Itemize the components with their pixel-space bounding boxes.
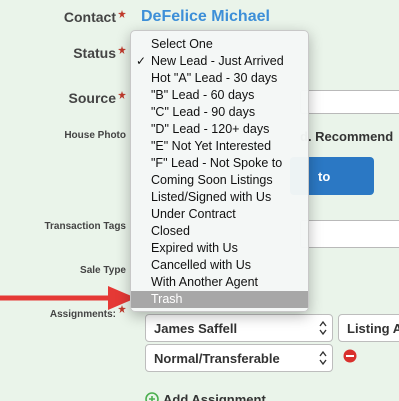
assignment-type-value: Normal/Transferable	[154, 351, 280, 366]
required-asterisk-icon	[118, 46, 126, 54]
status-option-label: Coming Soon Listings	[151, 173, 273, 187]
status-option-label: "F" Lead - Not Spoke to	[151, 156, 283, 170]
house-photo-note: d. Recommend	[300, 129, 394, 144]
contact-name[interactable]: DeFelice Michael	[141, 8, 270, 26]
status-option[interactable]: With Another Agent	[131, 274, 308, 291]
source-label: Source	[68, 90, 116, 106]
sale-type-label: Sale Type	[80, 265, 126, 276]
red-arrow-annotation	[0, 286, 140, 310]
select-arrows-icon	[319, 350, 327, 366]
status-option-label: With Another Agent	[151, 275, 259, 289]
assignment-type-select[interactable]: Normal/Transferable	[145, 344, 333, 372]
status-option[interactable]: Listed/Signed with Us	[131, 189, 308, 206]
status-option-label: Expired with Us	[151, 241, 238, 255]
source-label-row: Source	[69, 90, 126, 106]
assignment-role-value: Listing Ag	[347, 321, 399, 336]
assignment-agent-value: James Saffell	[154, 321, 238, 336]
assignment-agent-select[interactable]: James Saffell	[145, 314, 333, 342]
page: Contact DeFelice Michael Status Source H…	[0, 0, 399, 401]
status-option-label: "C" Lead - 90 days	[151, 105, 256, 119]
status-option[interactable]: "F" Lead - Not Spoke to	[131, 155, 308, 172]
status-option[interactable]: Trash	[131, 291, 308, 308]
status-option-label: Hot "A" Lead - 30 days	[151, 71, 278, 85]
status-option[interactable]: Hot "A" Lead - 30 days	[131, 70, 308, 87]
upload-photo-button-label: to	[318, 169, 331, 184]
status-option-label: Under Contract	[151, 207, 236, 221]
status-option-label: Listed/Signed with Us	[151, 190, 272, 204]
status-option-label: "B" Lead - 60 days	[151, 88, 255, 102]
house-photo-label: House Photo	[64, 130, 126, 141]
status-option[interactable]: "E" Not Yet Interested	[131, 138, 308, 155]
status-option[interactable]: Under Contract	[131, 206, 308, 223]
remove-circle-icon[interactable]	[343, 349, 357, 363]
status-option[interactable]: Closed	[131, 223, 308, 240]
status-option[interactable]: Coming Soon Listings	[131, 172, 308, 189]
status-label-row: Status	[73, 45, 126, 61]
add-assignment-link[interactable]: Add Assignment	[145, 392, 266, 401]
status-option[interactable]: Expired with Us	[131, 240, 308, 257]
status-dropdown-menu[interactable]: Select One ✓ New Lead - Just Arrived Hot "A…	[130, 30, 309, 312]
status-option[interactable]: "D" Lead - 120+ days	[131, 121, 308, 138]
status-option-label: "E" Not Yet Interested	[151, 139, 272, 153]
transaction-tags-input[interactable]	[300, 220, 399, 248]
status-option-label: Closed	[151, 224, 190, 238]
status-option[interactable]: Select One	[131, 36, 308, 53]
add-assignment-label: Add Assignment	[163, 392, 266, 401]
status-option[interactable]: ✓ New Lead - Just Arrived	[131, 53, 308, 70]
status-option-label: "D" Lead - 120+ days	[151, 122, 270, 136]
status-option-label: New Lead - Just Arrived	[151, 54, 284, 68]
status-option[interactable]: Cancelled with Us	[131, 257, 308, 274]
contact-label: Contact	[63, 9, 116, 25]
required-asterisk-icon	[118, 10, 126, 18]
status-label: Status	[73, 45, 116, 61]
transaction-tags-label: Transaction Tags	[44, 221, 126, 232]
checkmark-icon: ✓	[136, 54, 147, 68]
status-option-label: Cancelled with Us	[151, 258, 252, 272]
status-dropdown-options: Select One ✓ New Lead - Just Arrived Hot "A…	[131, 36, 308, 308]
assignments-label-row: Assignments:	[49, 305, 126, 320]
status-option-label: Select One	[151, 37, 213, 51]
add-circle-icon	[145, 392, 159, 401]
assignments-label: Assignments:	[49, 309, 116, 320]
required-asterisk-icon	[118, 91, 126, 99]
contact-label-row: Contact	[64, 9, 126, 25]
assignment-role-select[interactable]: Listing Ag	[338, 314, 399, 342]
source-select[interactable]	[300, 90, 399, 114]
status-option[interactable]: "C" Lead - 90 days	[131, 104, 308, 121]
status-option[interactable]: "B" Lead - 60 days	[131, 87, 308, 104]
status-option-label: Trash	[151, 292, 183, 306]
select-arrows-icon	[319, 320, 327, 336]
